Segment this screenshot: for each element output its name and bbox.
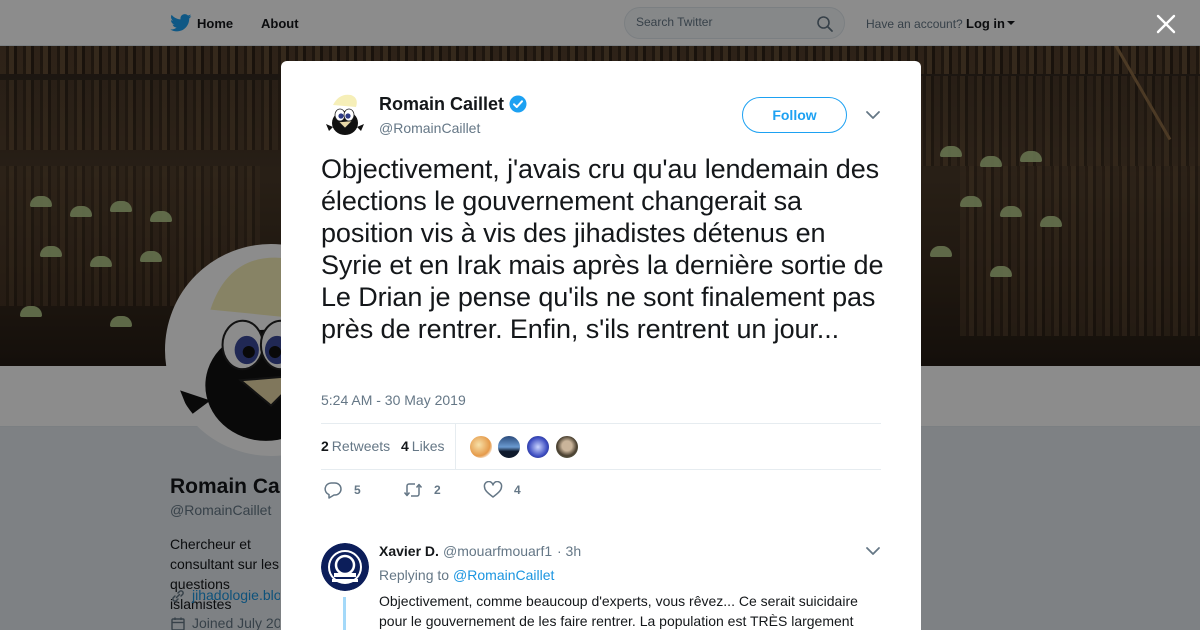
chevron-down-icon[interactable] [865, 109, 881, 121]
likes-count: 4 [401, 438, 409, 454]
likes-label: Likes [411, 438, 445, 454]
retweet-icon [403, 483, 423, 497]
reply-author-name[interactable]: Xavier D. [379, 543, 439, 559]
reply-author-handle[interactable]: @mouarfmouarf1 [443, 543, 552, 559]
like-action[interactable]: 4 [483, 479, 533, 503]
reply-icon [324, 482, 342, 499]
tweet-actions: 5 2 4 [321, 479, 881, 503]
liker-avatar[interactable] [469, 435, 493, 459]
like-count: 4 [514, 483, 521, 497]
retweets-stat[interactable]: 2 Retweets [321, 438, 390, 454]
reply-count: 5 [354, 483, 361, 497]
liker-avatar[interactable] [526, 435, 550, 459]
replying-to-link[interactable]: @RomainCaillet [453, 567, 554, 583]
tweet-modal: Romain Caillet @RomainCaillet Follow Obj… [281, 61, 921, 630]
reply-action[interactable]: 5 [323, 479, 373, 503]
liker-avatar[interactable] [497, 435, 521, 459]
author-handle[interactable]: @RomainCaillet [379, 120, 480, 136]
tweet-timestamp[interactable]: 5:24 AM - 30 May 2019 [321, 392, 466, 408]
reply-thread-line [343, 597, 346, 630]
author-avatar[interactable] [321, 91, 369, 139]
tweet-text: Objectivement, j'avais cru qu'au lendema… [321, 154, 884, 344]
reply-author-avatar[interactable] [321, 543, 369, 591]
author-name[interactable]: Romain Caillet [379, 94, 504, 115]
replying-to: Replying to @RomainCaillet [379, 567, 554, 583]
close-icon[interactable] [1154, 12, 1178, 36]
liker-avatar[interactable] [555, 435, 579, 459]
retweets-label: Retweets [331, 438, 391, 454]
verified-badge-icon [509, 95, 527, 113]
likes-stat[interactable]: 4 Likes [401, 438, 444, 454]
reply-time[interactable]: · 3h [557, 543, 581, 559]
replying-to-label: Replying to [379, 567, 450, 583]
retweets-count: 2 [321, 438, 329, 454]
like-icon [483, 481, 503, 498]
stats-divider [455, 424, 456, 470]
retweet-action[interactable]: 2 [403, 479, 453, 503]
reply-text: Objectivement, comme beaucoup d'experts,… [379, 593, 858, 629]
follow-button[interactable]: Follow [742, 97, 847, 133]
chevron-down-icon[interactable] [865, 545, 881, 557]
retweet-count: 2 [434, 483, 441, 497]
tweet-stats: 2 Retweets 4 Likes [321, 423, 881, 470]
